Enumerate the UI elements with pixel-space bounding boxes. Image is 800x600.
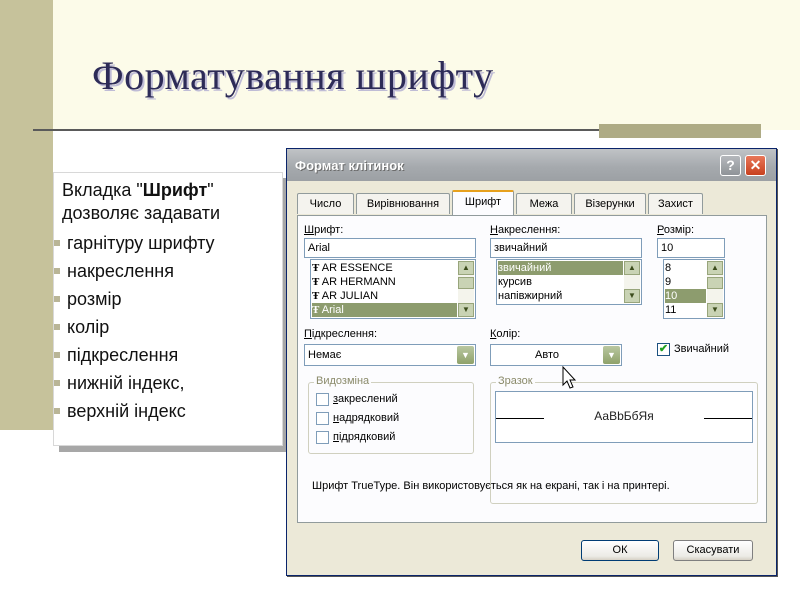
cancel-button[interactable]: Скасувати (673, 540, 753, 561)
effects-group-label: Видозміна (314, 375, 372, 387)
title-divider-accent (599, 124, 761, 138)
slide-text-box: Вкладка "Шрифт" дозволяє задавати гарніт… (53, 172, 283, 446)
truetype-note: Шрифт TrueType. Він використовується як … (312, 480, 670, 492)
title-divider (33, 129, 599, 131)
preview-group-label: Зразок (496, 375, 535, 387)
list-item-text: підкреслення (67, 345, 179, 365)
tab-alignment[interactable]: Вирівнювання (356, 193, 450, 214)
superscript-label: надрядковий (333, 412, 400, 424)
size-list-scrollbar[interactable]: ▲ ▼ (707, 261, 723, 317)
preview-baseline-right (704, 418, 752, 419)
subscript-checkbox[interactable] (316, 431, 329, 444)
style-list-item[interactable]: напівжирний (498, 289, 623, 303)
format-cells-dialog: Формат клітинок ? ✕ Число Вирівнювання Ш… (286, 148, 777, 576)
tab-protection[interactable]: Захист (648, 193, 703, 214)
bullet-icon (54, 380, 60, 386)
preview-text: АаBbБбЯя (594, 409, 654, 423)
color-value: Авто (535, 349, 559, 361)
bullet-icon (54, 296, 60, 302)
font-list-item[interactable]: Ŧ AR HERMANN (312, 275, 457, 289)
style-list-item[interactable]: курсив (498, 275, 623, 289)
list-item-text: розмір (67, 289, 122, 309)
dialog-titlebar[interactable]: Формат клітинок ? ✕ (287, 149, 776, 181)
normal-font-label: Звичайний (674, 343, 729, 355)
scroll-up-icon[interactable]: ▲ (707, 261, 723, 275)
font-input[interactable]: Arial (304, 238, 476, 258)
underline-value: Немає (308, 349, 342, 361)
font-tab-panel: Шрифт: Arial Ŧ AR ESSENCE Ŧ AR HERMANN Ŧ… (297, 215, 767, 523)
mouse-cursor-icon (562, 366, 577, 389)
style-list-scrollbar[interactable]: ▲ ▼ (624, 261, 640, 303)
tab-border[interactable]: Межа (516, 193, 572, 214)
scroll-up-icon[interactable]: ▲ (458, 261, 474, 275)
intro-bold: Шрифт (142, 180, 208, 200)
superscript-checkbox[interactable] (316, 412, 329, 425)
bullet-icon (54, 268, 60, 274)
color-select[interactable]: Авто ▼ (490, 344, 622, 366)
list-item: підкреслення (54, 341, 215, 369)
help-button[interactable]: ? (720, 155, 741, 176)
style-label: Накреслення: (490, 224, 561, 236)
bullet-icon (54, 352, 60, 358)
strikethrough-label: закреслений (333, 393, 398, 405)
list-item-text: верхній індекс (67, 401, 186, 421)
chevron-down-icon[interactable]: ▼ (603, 346, 620, 364)
bullet-icon (54, 240, 60, 246)
list-item-text: накреслення (67, 261, 174, 281)
scroll-thumb[interactable] (458, 277, 474, 289)
list-item: верхній індекс (54, 397, 215, 425)
scroll-down-icon[interactable]: ▼ (624, 289, 640, 303)
list-item: розмір (54, 285, 215, 313)
font-list-item[interactable]: Ŧ AR JULIAN (312, 289, 457, 303)
dialog-title: Формат клітинок (295, 158, 404, 173)
slide-title: Форматування шрифту (92, 53, 494, 98)
strikethrough-checkbox[interactable] (316, 393, 329, 406)
list-item: гарнітуру шрифту (54, 229, 215, 257)
underline-label: Підкреслення: (304, 328, 378, 340)
list-item-text: гарнітуру шрифту (67, 233, 215, 253)
intro-text: Вкладка "Шрифт" дозволяє задавати (62, 179, 280, 225)
size-list[interactable]: 8 9 10 11 ▲ ▼ (663, 259, 725, 319)
color-label: Колір: (490, 328, 521, 340)
scroll-up-icon[interactable]: ▲ (624, 261, 640, 275)
scroll-thumb[interactable] (707, 277, 723, 289)
tab-patterns[interactable]: Візерунки (574, 193, 646, 214)
size-label: Розмір: (657, 224, 695, 236)
tab-number[interactable]: Число (297, 193, 354, 214)
ok-button[interactable]: ОК (581, 540, 659, 561)
feature-list: гарнітуру шрифту накреслення розмір колі… (54, 229, 215, 425)
list-item-text: колір (67, 317, 110, 337)
size-list-item[interactable]: 9 (665, 275, 706, 289)
font-list-item-selected[interactable]: Ŧ Arial (312, 303, 457, 317)
size-list-item-selected[interactable]: 10 (665, 289, 706, 303)
list-item: колір (54, 313, 215, 341)
bullet-icon (54, 408, 60, 414)
style-list-item-selected[interactable]: звичайний (498, 261, 623, 275)
slide-sidebar (0, 0, 53, 430)
tab-font[interactable]: Шрифт (452, 190, 514, 215)
chevron-down-icon[interactable]: ▼ (457, 346, 474, 364)
scroll-down-icon[interactable]: ▼ (458, 303, 474, 317)
style-list[interactable]: звичайний курсив напівжирний ▲ ▼ (496, 259, 642, 305)
list-item: накреслення (54, 257, 215, 285)
effects-group: Видозміна закреслений надрядковий підряд… (308, 375, 474, 454)
scroll-down-icon[interactable]: ▼ (707, 303, 723, 317)
underline-select[interactable]: Немає ▼ (304, 344, 476, 366)
font-list[interactable]: Ŧ AR ESSENCE Ŧ AR HERMANN Ŧ AR JULIAN Ŧ … (310, 259, 476, 319)
font-list-scrollbar[interactable]: ▲ ▼ (458, 261, 474, 317)
list-item-text: нижній індекс, (67, 373, 185, 393)
close-button[interactable]: ✕ (745, 155, 766, 176)
font-list-item[interactable]: Ŧ AR ESSENCE (312, 261, 457, 275)
font-label: Шрифт: (304, 224, 344, 236)
size-list-item[interactable]: 8 (665, 261, 706, 275)
intro-prefix: Вкладка " (62, 180, 143, 200)
normal-font-checkbox[interactable]: ✔ (657, 343, 670, 356)
size-list-item[interactable]: 11 (665, 303, 706, 317)
subscript-label: підрядковий (333, 431, 396, 443)
style-input[interactable]: звичайний (490, 238, 642, 258)
bullet-icon (54, 324, 60, 330)
list-item: нижній індекс, (54, 369, 215, 397)
preview-box: АаBbБбЯя (495, 391, 753, 443)
size-input[interactable]: 10 (657, 238, 725, 258)
